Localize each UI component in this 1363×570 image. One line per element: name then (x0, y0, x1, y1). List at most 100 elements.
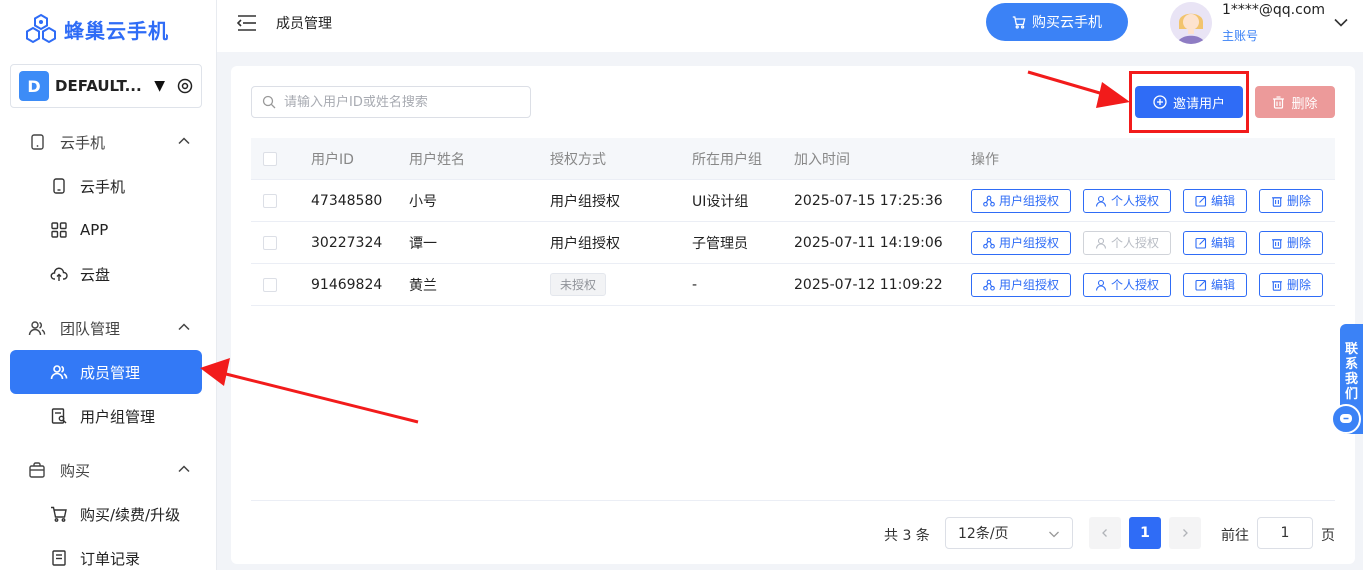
page-number-button[interactable]: 1 (1129, 517, 1161, 549)
sidebar-item-user-group-management[interactable]: 用户组管理 (10, 394, 202, 438)
row-delete-button[interactable]: 删除 (1259, 230, 1323, 255)
column-header: 所在用户组 (692, 151, 762, 168)
chevron-right-icon (1183, 529, 1188, 537)
prev-page-button[interactable] (1089, 517, 1121, 549)
sidebar-item-app[interactable]: APP (10, 208, 202, 252)
sidebar-item-cloud-disk[interactable]: 云盘 (10, 252, 202, 296)
personal-auth-button[interactable]: 个人授权 (1083, 272, 1171, 297)
sidebar: 蜂巢云手机 D DEFAULT... ▼ 云手机 云手机 APP 云盘 团队管理… (0, 0, 217, 570)
nav-group-label: 购买 (60, 461, 91, 480)
user-id-cell: 47348580 (311, 192, 383, 209)
chevron-down-icon[interactable] (1333, 14, 1349, 30)
unauthorized-badge: 未授权 (550, 273, 607, 296)
group-auth-button[interactable]: 用户组授权 (971, 230, 1071, 255)
annotation-highlight-box (1129, 71, 1249, 133)
row-delete-button[interactable]: 删除 (1259, 188, 1323, 213)
sidebar-item-member-management[interactable]: 成员管理 (10, 350, 202, 394)
member-management-panel: 邀请用户 删除 用户ID 用户姓名 授权方式 所在用户组 加入时间 操作 473… (231, 66, 1355, 564)
next-page-button[interactable] (1169, 517, 1201, 549)
chevron-down-icon (1049, 531, 1059, 538)
user-name-cell: 黄兰 (409, 277, 437, 294)
join-time-cell: 2025-07-12 11:09:22 (794, 276, 943, 293)
nav-group-label: 云手机 (60, 133, 106, 152)
user-icon (1095, 279, 1107, 291)
sidebar-item-cloud-phone[interactable]: 云手机 (10, 164, 202, 208)
search-input[interactable] (284, 94, 514, 110)
search-box[interactable] (251, 86, 531, 118)
nav-group-purchase[interactable]: 购买 (0, 448, 216, 492)
edit-icon (1195, 237, 1207, 249)
members-table: 用户ID 用户姓名 授权方式 所在用户组 加入时间 操作 47348580 小号… (251, 138, 1335, 306)
avatar[interactable] (1170, 2, 1212, 44)
settings-target-icon[interactable] (177, 78, 193, 94)
sidebar-item-purchase-renew-upgrade[interactable]: 购买/续费/升级 (10, 492, 202, 536)
team-name: DEFAULT... (55, 77, 142, 95)
caret-down-icon[interactable]: ▼ (154, 78, 165, 94)
nav-group-team[interactable]: 团队管理 (0, 306, 216, 350)
edit-button[interactable]: 编辑 (1183, 272, 1247, 297)
phone-icon (50, 177, 68, 195)
chat-icon (1340, 414, 1352, 423)
buy-cloud-phone-button[interactable]: 购买云手机 (986, 3, 1128, 41)
nav-group-cloud-phone[interactable]: 云手机 (0, 120, 216, 164)
chevron-up-icon (178, 137, 190, 145)
column-header: 操作 (971, 151, 999, 168)
page-size-select[interactable]: 12条/页 (945, 517, 1073, 549)
sidebar-item-order-records[interactable]: 订单记录 (10, 536, 202, 570)
join-time-cell: 2025-07-15 17:25:36 (794, 192, 943, 209)
page-title: 成员管理 (276, 16, 332, 32)
personal-auth-button-disabled: 个人授权 (1083, 230, 1171, 255)
hive-logo-icon (26, 13, 56, 44)
trash-icon (1271, 237, 1283, 249)
row-checkbox[interactable] (263, 277, 277, 292)
user-id-cell: 30227324 (311, 234, 383, 251)
table-header: 用户ID 用户姓名 授权方式 所在用户组 加入时间 操作 (251, 138, 1335, 180)
user-group-cell: 子管理员 (692, 235, 748, 252)
group-auth-button[interactable]: 用户组授权 (971, 188, 1071, 213)
group-auth-button[interactable]: 用户组授权 (971, 272, 1071, 297)
row-checkbox[interactable] (263, 235, 277, 250)
team-badge: D (19, 71, 49, 101)
trash-icon (1271, 195, 1283, 207)
column-header: 授权方式 (550, 151, 606, 168)
chat-bubble-button[interactable] (1331, 404, 1361, 434)
menu-collapse-icon[interactable] (237, 14, 257, 32)
column-header: 用户ID (311, 151, 354, 168)
user-name-cell: 小号 (409, 193, 437, 210)
user-name-cell: 谭一 (409, 235, 437, 252)
contact-us-label: 联系我们 (1345, 342, 1359, 402)
select-all-checkbox[interactable] (263, 151, 277, 166)
user-group-cell: UI设计组 (692, 193, 749, 210)
column-header: 加入时间 (794, 151, 850, 168)
team-icon (28, 319, 46, 337)
phone-outline-icon (28, 133, 46, 151)
goto-label: 前往 (1221, 528, 1249, 544)
group-share-icon (983, 195, 995, 207)
user-group-doc-icon (50, 407, 68, 425)
table-row: 47348580 小号 用户组授权 UI设计组 2025-07-15 17:25… (251, 180, 1335, 222)
members-icon (50, 363, 68, 381)
page-size-value: 12条/页 (958, 526, 1009, 542)
sidebar-item-label: 购买/续费/升级 (80, 505, 181, 524)
row-delete-button[interactable]: 删除 (1259, 272, 1323, 297)
auth-method-cell: 用户组授权 (550, 235, 620, 252)
user-icon (1095, 237, 1107, 249)
sidebar-item-label: 成员管理 (80, 363, 141, 382)
chevron-up-icon (178, 465, 190, 473)
edit-button[interactable]: 编辑 (1183, 188, 1247, 213)
delete-button-label: 删除 (1291, 96, 1318, 112)
user-id-cell: 91469824 (311, 276, 383, 293)
edit-button[interactable]: 编辑 (1183, 230, 1247, 255)
total-count: 共 3 条 (884, 528, 930, 544)
bulk-delete-button[interactable]: 删除 (1255, 86, 1335, 118)
auth-method-cell: 用户组授权 (550, 193, 620, 210)
row-checkbox[interactable] (263, 193, 277, 208)
table-row: 91469824 黄兰 未授权 - 2025-07-12 11:09:22 用户… (251, 264, 1335, 306)
personal-auth-button[interactable]: 个人授权 (1083, 188, 1171, 213)
goto-page-input[interactable] (1257, 517, 1313, 549)
app-logo[interactable]: 蜂巢云手机 (24, 12, 169, 46)
user-role: 主账号 (1222, 29, 1259, 43)
team-selector[interactable]: D DEFAULT... ▼ (10, 64, 202, 108)
user-icon (1095, 195, 1107, 207)
trash-icon (1272, 95, 1285, 109)
